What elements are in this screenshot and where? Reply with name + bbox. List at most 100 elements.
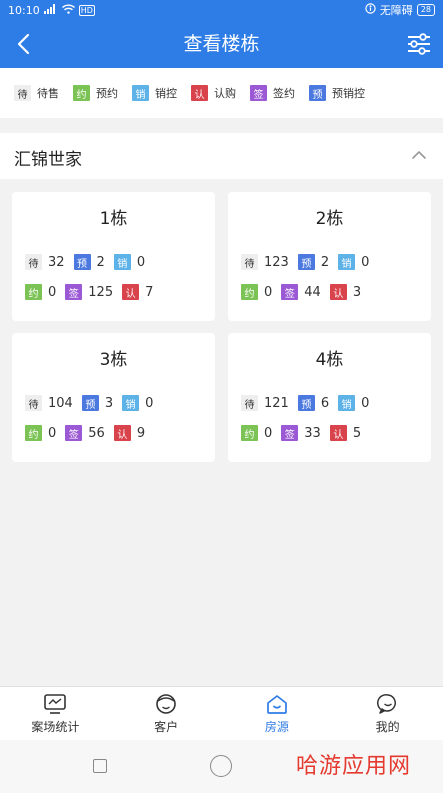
tag-pre: 预	[81, 395, 99, 411]
tag-wait: 待	[241, 254, 258, 270]
nav-label: 我的	[375, 720, 400, 734]
tag-buy: 认	[122, 284, 140, 300]
nav-item-listings[interactable]: 房源	[222, 687, 333, 741]
building-card-2[interactable]: 2栋 待 123 预2 销0 约0 签 44 认3	[228, 192, 431, 321]
nav-label: 案场统计	[31, 720, 80, 734]
house-icon	[267, 695, 287, 714]
tag-contract: 约	[25, 284, 42, 300]
count-sign: 56	[88, 425, 105, 441]
legend-tag: 销	[132, 85, 149, 101]
tag-sign: 签	[65, 284, 83, 300]
nav-item-profile[interactable]: 我的	[332, 687, 443, 741]
count-ctrl: 0	[145, 395, 154, 411]
tag-pre: 预	[297, 395, 315, 411]
battery-icon: 28	[416, 4, 435, 16]
tag-contract: 约	[241, 284, 258, 300]
legend-label: 销控	[155, 87, 177, 100]
nav-item-statistics[interactable]: 案场统计	[0, 687, 111, 741]
building-card-4[interactable]: 4栋 待 121 预6 销0 约0 签 33 认5	[228, 333, 431, 462]
home-icon[interactable]	[210, 755, 232, 777]
nav-item-customers[interactable]: 客户	[111, 687, 222, 741]
signal-icon	[43, 3, 58, 17]
count-pre: 3	[104, 395, 114, 411]
count-pre: 6	[320, 395, 330, 411]
status-legend: 待 待售 约 预约 销 销控 认 认购 签 签约 预 预销控	[0, 68, 443, 118]
building-card-1[interactable]: 1栋 待 32 预2 销0 约0 签 125 认7	[12, 192, 215, 321]
tag-sign: 签	[281, 284, 299, 300]
building-name: 1栋	[99, 209, 128, 229]
building-name: 4栋	[315, 350, 344, 370]
count-pre: 2	[320, 254, 330, 270]
tag-wait: 待	[25, 254, 42, 270]
building-stats-row: 待 121 预6 销0	[241, 395, 378, 411]
tag-ctrl: 销	[338, 395, 356, 411]
face-icon	[156, 694, 176, 714]
count-ctrl: 0	[361, 395, 370, 411]
project-header[interactable]: 汇锦世家	[0, 133, 443, 179]
recent-apps-icon[interactable]	[93, 759, 107, 773]
legend-tag: 约	[73, 85, 90, 101]
count-sign: 33	[304, 425, 321, 441]
building-name: 2栋	[315, 209, 344, 229]
legend-tag: 待	[14, 85, 31, 101]
tag-wait: 待	[25, 395, 42, 411]
legend-item-wait: 待 待售	[14, 85, 59, 101]
tag-contract: 约	[241, 425, 258, 441]
accessibility-icon	[365, 3, 376, 17]
count-sign: 125	[88, 284, 114, 300]
legend-label: 认购	[214, 87, 236, 100]
monitor-icon	[44, 694, 67, 714]
legend-tag: 签	[250, 85, 267, 101]
tag-ctrl: 销	[113, 254, 131, 270]
building-stats-row: 待 104 预3 销0	[25, 395, 162, 411]
tag-buy: 认	[329, 425, 347, 441]
filter-button[interactable]	[407, 33, 431, 55]
tag-pre: 预	[73, 254, 91, 270]
count-contract: 0	[264, 425, 273, 441]
wifi-icon	[61, 4, 75, 17]
clock: 10:10	[8, 3, 40, 17]
nav-label: 客户	[154, 720, 179, 734]
count-sign: 44	[304, 284, 321, 300]
building-stats-row: 约0 签 56 认9	[25, 425, 154, 441]
legend-item-pre-control: 预 预销控	[309, 85, 365, 101]
building-card-3[interactable]: 3栋 待 104 预3 销0 约0 签 56 认9	[12, 333, 215, 462]
page-title: 查看楼栋	[183, 33, 260, 55]
count-ctrl: 0	[361, 254, 370, 270]
tag-buy: 认	[113, 425, 131, 441]
count-wait: 121	[264, 395, 289, 411]
tag-ctrl: 销	[122, 395, 140, 411]
tag-pre: 预	[297, 254, 315, 270]
tag-wait: 待	[241, 395, 258, 411]
building-stats-row: 约0 签 33 认5	[241, 425, 370, 441]
network-badge: HD	[78, 4, 95, 16]
legend-item-sales-control: 销 销控	[132, 85, 177, 101]
status-bar: 10:10 HD 无障碍 28	[0, 0, 443, 20]
tag-contract: 约	[25, 425, 42, 441]
count-wait: 32	[48, 254, 65, 270]
legend-item-subscribe: 认 认购	[191, 85, 236, 101]
project-name: 汇锦世家	[14, 150, 82, 170]
count-pre: 2	[96, 254, 105, 270]
bottom-nav: 案场统计 客户 房源 我的	[0, 686, 443, 741]
chevron-up-icon[interactable]	[411, 149, 427, 161]
legend-label: 待售	[37, 87, 59, 100]
count-buy: 7	[145, 284, 154, 300]
count-wait: 123	[264, 254, 289, 270]
accessibility-label: 无障碍	[379, 4, 413, 17]
building-name: 3栋	[99, 350, 128, 370]
count-contract: 0	[264, 284, 273, 300]
building-stats-row: 约0 签 125 认7	[25, 284, 162, 300]
tag-sign: 签	[65, 425, 83, 441]
nav-label: 房源	[264, 720, 289, 734]
legend-item-signed: 签 签约	[250, 85, 295, 101]
legend-label: 签约	[273, 87, 295, 100]
tag-sign: 签	[281, 425, 299, 441]
count-wait: 104	[48, 395, 73, 411]
tag-buy: 认	[329, 284, 347, 300]
count-buy: 5	[352, 425, 362, 441]
count-buy: 3	[352, 284, 362, 300]
count-contract: 0	[48, 425, 57, 441]
legend-tag: 预	[309, 85, 326, 101]
building-stats-row: 约0 签 44 认3	[241, 284, 370, 300]
